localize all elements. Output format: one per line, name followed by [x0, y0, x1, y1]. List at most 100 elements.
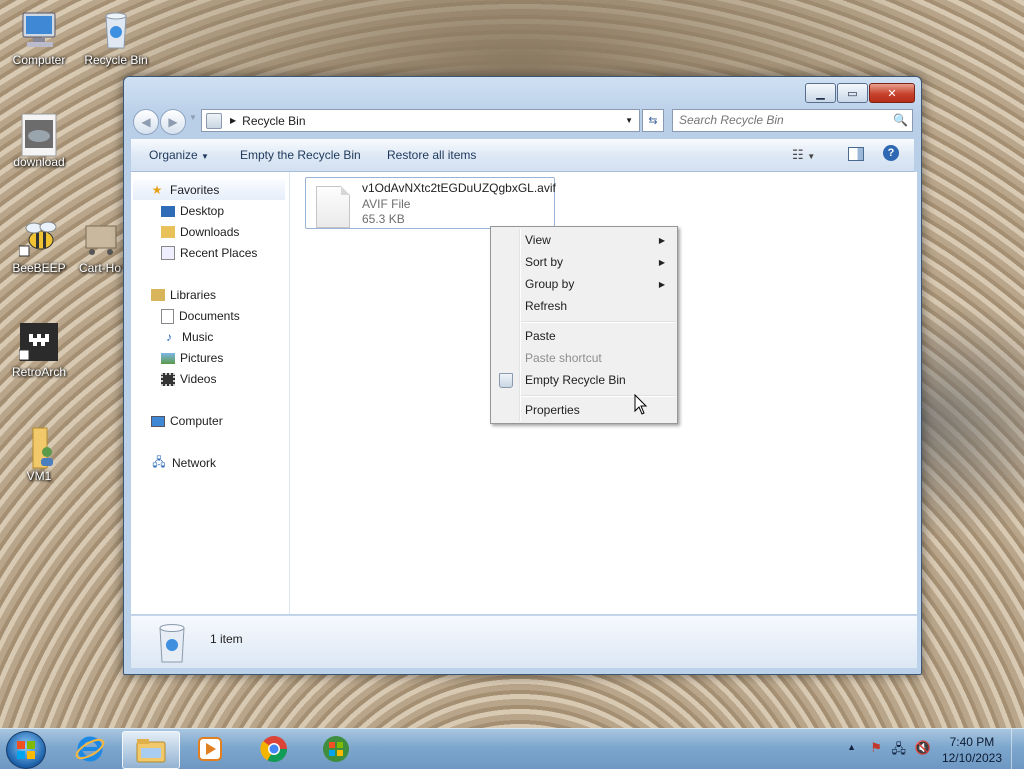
show-desktop-button[interactable] [1011, 729, 1024, 769]
taskbar-internet-explorer[interactable] [62, 731, 118, 767]
search-input[interactable] [673, 110, 890, 129]
nav-videos[interactable]: Videos [161, 369, 216, 389]
retroarch-icon [18, 322, 59, 362]
libraries-icon [151, 289, 165, 301]
back-button[interactable]: ◀ [133, 109, 159, 135]
desktop-icon-vm1[interactable]: VM1 [3, 426, 75, 483]
submenu-arrow-icon: ▶ [658, 257, 665, 267]
desktop-icon-recycle-bin[interactable]: Recycle Bin [80, 10, 152, 67]
search-icon[interactable]: 🔍 [893, 113, 908, 127]
recycle-bin-large-icon [155, 622, 189, 667]
file-size: 65.3 KB [362, 212, 405, 226]
address-bar[interactable]: ▶ Recycle Bin ▼ [201, 109, 640, 132]
desktop-icon-label: Recycle Bin [84, 53, 148, 67]
action-center-icon[interactable]: ⚑ [870, 740, 882, 756]
nav-desktop[interactable]: Desktop [161, 201, 224, 221]
breadcrumb-recycle-bin[interactable]: Recycle Bin [242, 114, 305, 128]
nav-libraries[interactable]: Libraries [151, 285, 216, 305]
recycle-bin-menu-icon [499, 373, 513, 388]
desktop-icon-beebeep[interactable]: BeeBEEP [3, 218, 75, 275]
file-item[interactable]: v1OdAvNXtc2tEGDuUZQgbxGL.avif AVIF File … [305, 177, 556, 229]
mouse-cursor-icon [634, 394, 648, 415]
desktop-icon-computer[interactable]: Computer [3, 10, 75, 67]
nav-music[interactable]: ♪ Music [161, 327, 213, 347]
desktop-icon-download[interactable]: download [3, 112, 75, 169]
refresh-button[interactable]: ⇆ [642, 109, 664, 132]
submenu-arrow-icon: ▶ [658, 235, 665, 245]
clock-date: 12/10/2023 [941, 751, 1002, 765]
nav-downloads[interactable]: Downloads [161, 222, 239, 242]
forward-button[interactable]: ▶ [160, 109, 186, 135]
recent-pages-chevron-icon[interactable]: ▼ [189, 113, 197, 122]
nav-computer[interactable]: Computer [151, 411, 223, 431]
file-name: v1OdAvNXtc2tEGDuUZQgbxGL.avif [362, 181, 556, 195]
menu-item-view[interactable]: View ▶ [493, 229, 673, 251]
navigation-row: ◀ ▶ ▼ ▶ Recycle Bin ▼ ⇆ 🔍 [131, 107, 914, 135]
recycle-bin-small-icon [206, 112, 222, 129]
nav-favorites[interactable]: ★ Favorites [133, 180, 285, 200]
desktop-icon-cart-ho[interactable]: Cart-Ho [70, 218, 130, 275]
menu-item-refresh[interactable]: Refresh [493, 295, 673, 317]
network-tray-icon[interactable]: 🖧 [892, 740, 907, 762]
menu-item-sort-by[interactable]: Sort by ▶ [493, 251, 673, 273]
preview-pane-icon[interactable] [848, 147, 864, 161]
desktop-icon-label: Cart-Ho [78, 261, 121, 275]
music-icon: ♪ [166, 330, 172, 344]
submenu-arrow-icon: ▶ [658, 279, 665, 289]
desktop-icon-label: RetroArch [11, 365, 67, 379]
menu-item-group-by[interactable]: Group by ▶ [493, 273, 673, 295]
chrome-icon [260, 736, 288, 763]
item-count: 1 item [210, 632, 243, 646]
view-options-icon[interactable]: ☷ ▼ [792, 147, 815, 163]
desktop-icon-label: Computer [12, 53, 66, 67]
user-folder-icon [19, 426, 59, 469]
network-icon: 🖧 [152, 454, 166, 469]
taskbar-windows-explorer[interactable] [122, 731, 180, 769]
desktop-icon-label: BeeBEEP [12, 261, 66, 275]
start-button[interactable] [6, 731, 46, 769]
nav-recent-places[interactable]: Recent Places [161, 243, 257, 263]
file-type: AVIF File [362, 197, 411, 211]
clock[interactable]: 7:40 PM 12/10/2023 [942, 734, 1002, 766]
help-icon[interactable]: ? [883, 145, 899, 161]
details-pane: 1 item [131, 615, 917, 668]
desktop-icon [161, 205, 175, 217]
recent-places-icon [161, 246, 175, 260]
folder-icon [136, 739, 166, 763]
minimize-button[interactable]: ▁ [805, 83, 836, 103]
windows-orb-icon [323, 736, 349, 762]
desktop-icon-retroarch[interactable]: RetroArch [3, 322, 75, 379]
windows-logo-icon [17, 741, 35, 759]
taskbar-media-player[interactable] [182, 731, 238, 767]
downloads-folder-icon [161, 226, 175, 238]
pictures-icon [161, 352, 175, 364]
address-dropdown-icon[interactable]: ▼ [625, 116, 633, 125]
menu-item-paste[interactable]: Paste [493, 325, 673, 347]
maximize-button[interactable]: ▭ [837, 83, 868, 103]
restore-all-items-button[interactable]: Restore all items [387, 148, 476, 162]
menu-separator [521, 321, 675, 323]
show-hidden-icons-icon[interactable]: ▲ [847, 742, 856, 752]
empty-recycle-bin-button[interactable]: Empty the Recycle Bin [240, 148, 361, 162]
taskbar-chrome[interactable] [246, 731, 302, 767]
file-document-icon [316, 186, 350, 228]
recycle-bin-icon [96, 10, 136, 50]
menu-item-empty-recycle-bin[interactable]: Empty Recycle Bin [493, 369, 673, 391]
documents-icon [161, 308, 174, 324]
cart-icon [80, 218, 120, 258]
media-player-icon [198, 737, 222, 761]
menu-item-paste-shortcut: Paste shortcut [525, 351, 602, 365]
computer-icon [19, 10, 59, 50]
menu-separator [521, 395, 675, 397]
close-button[interactable]: ✕ [869, 83, 915, 103]
breadcrumb-arrow-icon[interactable]: ▶ [230, 116, 236, 125]
organize-button[interactable]: Organize ▼ [149, 148, 209, 162]
search-box[interactable]: 🔍 [672, 109, 913, 132]
navigation-pane: ★ Favorites Desktop Downloads Recent Plac… [131, 172, 290, 614]
volume-muted-icon[interactable]: 🔇 [915, 740, 931, 756]
nav-network[interactable]: 🖧 Network [151, 453, 216, 473]
nav-pictures[interactable]: Pictures [161, 348, 223, 368]
clock-time: 7:40 PM [949, 735, 995, 749]
nav-documents[interactable]: Documents [161, 306, 240, 326]
taskbar-windows-app[interactable] [308, 731, 364, 767]
